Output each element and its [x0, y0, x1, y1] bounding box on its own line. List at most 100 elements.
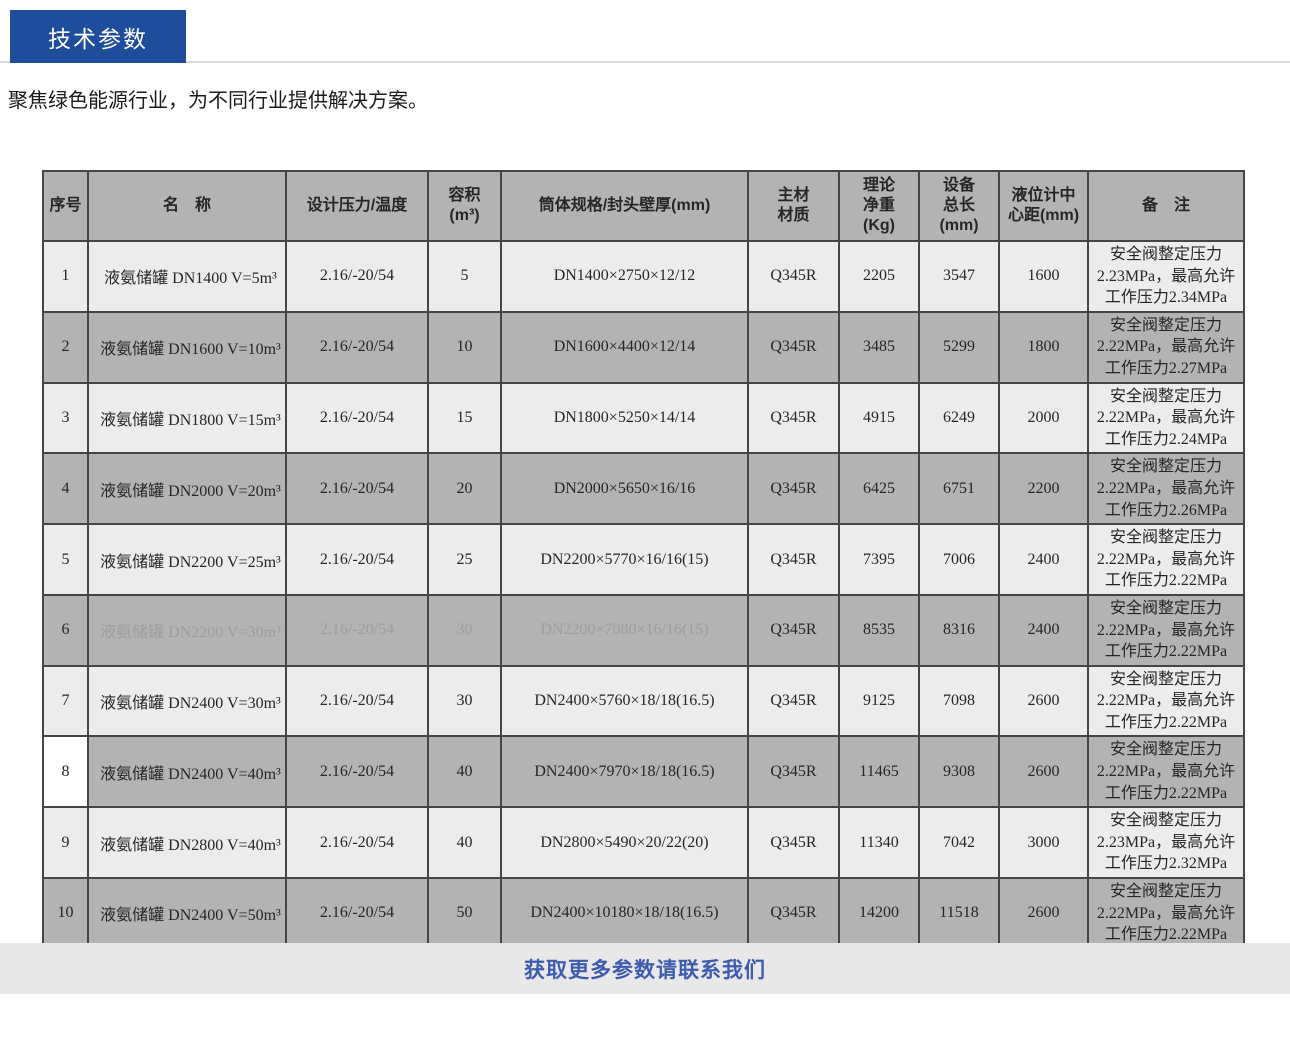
cell-pressure: 2.16/-20/54: [286, 312, 428, 383]
cell-gauge: 2400: [999, 595, 1088, 666]
cell-remark: 安全阀整定压力 2.22MPa，最高允许 工作压力2.22MPa: [1088, 878, 1244, 949]
cell-spec: DN2200×5770×16/16(15): [501, 524, 748, 595]
cell-length: 9308: [919, 736, 999, 807]
col-header-pressure: 设计压力/温度: [286, 171, 428, 241]
table-row: 5 液氨储罐 DN2200 V=25m³ 2.16/-20/54 25 DN22…: [43, 524, 1244, 595]
table-row: 8 液氨储罐 DN2400 V=40m³ 2.16/-20/54 40 DN24…: [43, 736, 1244, 807]
cell-length: 6249: [919, 383, 999, 454]
cell-name: 液氨储罐 DN1800 V=15m³: [88, 383, 286, 454]
cell-volume: 40: [428, 807, 501, 878]
cell-gauge: 1800: [999, 312, 1088, 383]
cell-pressure: 2.16/-20/54: [286, 595, 428, 666]
cell-volume: 30: [428, 666, 501, 737]
cell-gauge: 2000: [999, 383, 1088, 454]
cell-length: 7006: [919, 524, 999, 595]
col-header-gauge: 液位计中 心距(mm): [999, 171, 1088, 241]
cell-pressure: 2.16/-20/54: [286, 241, 428, 312]
cell-material: Q345R: [748, 383, 839, 454]
cell-length: 11518: [919, 878, 999, 949]
cell-weight: 3485: [839, 312, 919, 383]
col-header-no: 序号: [43, 171, 88, 241]
table-row: 3 液氨储罐 DN1800 V=15m³ 2.16/-20/54 15 DN18…: [43, 383, 1244, 454]
cell-weight: 7395: [839, 524, 919, 595]
cell-spec: DN2400×5760×18/18(16.5): [501, 666, 748, 737]
cell-volume: 30: [428, 595, 501, 666]
cell-no: 6: [43, 595, 88, 666]
cell-name: 液氨储罐 DN2200 V=30m³: [88, 595, 286, 666]
cell-gauge: 3000: [999, 807, 1088, 878]
cell-remark: 安全阀整定压力 2.22MPa，最高允许 工作压力2.22MPa: [1088, 595, 1244, 666]
cell-length: 8316: [919, 595, 999, 666]
col-header-weight: 理论 净重 (Kg): [839, 171, 919, 241]
cell-name: 液氨储罐 DN2400 V=30m³: [88, 666, 286, 737]
cell-material: Q345R: [748, 736, 839, 807]
cell-length: 7042: [919, 807, 999, 878]
cell-weight: 9125: [839, 666, 919, 737]
cell-remark: 安全阀整定压力 2.22MPa，最高允许 工作压力2.27MPa: [1088, 312, 1244, 383]
cell-no: 3: [43, 383, 88, 454]
cell-material: Q345R: [748, 241, 839, 312]
cell-pressure: 2.16/-20/54: [286, 524, 428, 595]
cell-length: 3547: [919, 241, 999, 312]
cell-remark: 安全阀整定压力 2.22MPa，最高允许 工作压力2.26MPa: [1088, 453, 1244, 524]
cell-name: 液氨储罐 DN2200 V=25m³: [88, 524, 286, 595]
cell-remark: 安全阀整定压力 2.23MPa，最高允许 工作压力2.34MPa: [1088, 241, 1244, 312]
cell-spec: DN2000×5650×16/16: [501, 453, 748, 524]
cell-gauge: 2600: [999, 666, 1088, 737]
cell-pressure: 2.16/-20/54: [286, 453, 428, 524]
table-row: 1 液氨储罐 DN1400 V=5m³ 2.16/-20/54 5 DN1400…: [43, 241, 1244, 312]
cell-weight: 11465: [839, 736, 919, 807]
table-row: 9 液氨储罐 DN2800 V=40m³ 2.16/-20/54 40 DN28…: [43, 807, 1244, 878]
col-header-name: 名 称: [88, 171, 286, 241]
cell-volume: 10: [428, 312, 501, 383]
cell-weight: 2205: [839, 241, 919, 312]
cell-length: 7098: [919, 666, 999, 737]
cell-material: Q345R: [748, 312, 839, 383]
col-header-spec: 筒体规格/封头壁厚(mm): [501, 171, 748, 241]
title-underline: [0, 61, 1290, 63]
cell-remark: 安全阀整定压力 2.22MPa，最高允许 工作压力2.24MPa: [1088, 383, 1244, 454]
cell-spec: DN1800×5250×14/14: [501, 383, 748, 454]
cell-volume: 20: [428, 453, 501, 524]
spec-table: 序号 名 称 设计压力/温度 容积 (m³) 筒体规格/封头壁厚(mm) 主材 …: [42, 170, 1245, 950]
cell-no: 7: [43, 666, 88, 737]
cell-gauge: 2200: [999, 453, 1088, 524]
section-title: 技术参数: [48, 20, 148, 54]
cell-no: 4: [43, 453, 88, 524]
cell-volume: 25: [428, 524, 501, 595]
page: 技术参数 聚焦绿色能源行业，为不同行业提供解决方案。 序号 名 称 设计压力/温…: [0, 0, 1290, 1039]
cell-length: 6751: [919, 453, 999, 524]
cell-gauge: 2600: [999, 878, 1088, 949]
contact-us-link[interactable]: 获取更多参数请联系我们: [524, 954, 766, 984]
cell-pressure: 2.16/-20/54: [286, 807, 428, 878]
cell-remark: 安全阀整定压力 2.22MPa，最高允许 工作压力2.22MPa: [1088, 736, 1244, 807]
cell-spec: DN2400×10180×18/18(16.5): [501, 878, 748, 949]
cell-name: 液氨储罐 DN1600 V=10m³: [88, 312, 286, 383]
cell-gauge: 2600: [999, 736, 1088, 807]
cell-spec: DN2400×7970×18/18(16.5): [501, 736, 748, 807]
cell-volume: 40: [428, 736, 501, 807]
cell-material: Q345R: [748, 878, 839, 949]
cell-volume: 5: [428, 241, 501, 312]
cell-name: 液氨储罐 DN2400 V=40m³: [88, 736, 286, 807]
cell-pressure: 2.16/-20/54: [286, 666, 428, 737]
cell-spec: DN1600×4400×12/14: [501, 312, 748, 383]
cell-gauge: 1600: [999, 241, 1088, 312]
table-header-row: 序号 名 称 设计压力/温度 容积 (m³) 筒体规格/封头壁厚(mm) 主材 …: [43, 171, 1244, 241]
cell-name: 液氨储罐 DN2000 V=20m³: [88, 453, 286, 524]
table-row: 10 液氨储罐 DN2400 V=50m³ 2.16/-20/54 50 DN2…: [43, 878, 1244, 949]
cell-name: 液氨储罐 DN2800 V=40m³: [88, 807, 286, 878]
table-row: 7 液氨储罐 DN2400 V=30m³ 2.16/-20/54 30 DN24…: [43, 666, 1244, 737]
cell-volume: 15: [428, 383, 501, 454]
cell-spec: DN2200×7080×16/16(15): [501, 595, 748, 666]
cell-remark: 安全阀整定压力 2.22MPa，最高允许 工作压力2.22MPa: [1088, 666, 1244, 737]
table-row: 2 液氨储罐 DN1600 V=10m³ 2.16/-20/54 10 DN16…: [43, 312, 1244, 383]
cell-material: Q345R: [748, 807, 839, 878]
table-row: 4 液氨储罐 DN2000 V=20m³ 2.16/-20/54 20 DN20…: [43, 453, 1244, 524]
cell-no: 8: [43, 736, 88, 807]
cell-name: 液氨储罐 DN2400 V=50m³: [88, 878, 286, 949]
cell-pressure: 2.16/-20/54: [286, 878, 428, 949]
cell-weight: 14200: [839, 878, 919, 949]
cell-remark: 安全阀整定压力 2.22MPa，最高允许 工作压力2.22MPa: [1088, 524, 1244, 595]
col-header-remark: 备 注: [1088, 171, 1244, 241]
